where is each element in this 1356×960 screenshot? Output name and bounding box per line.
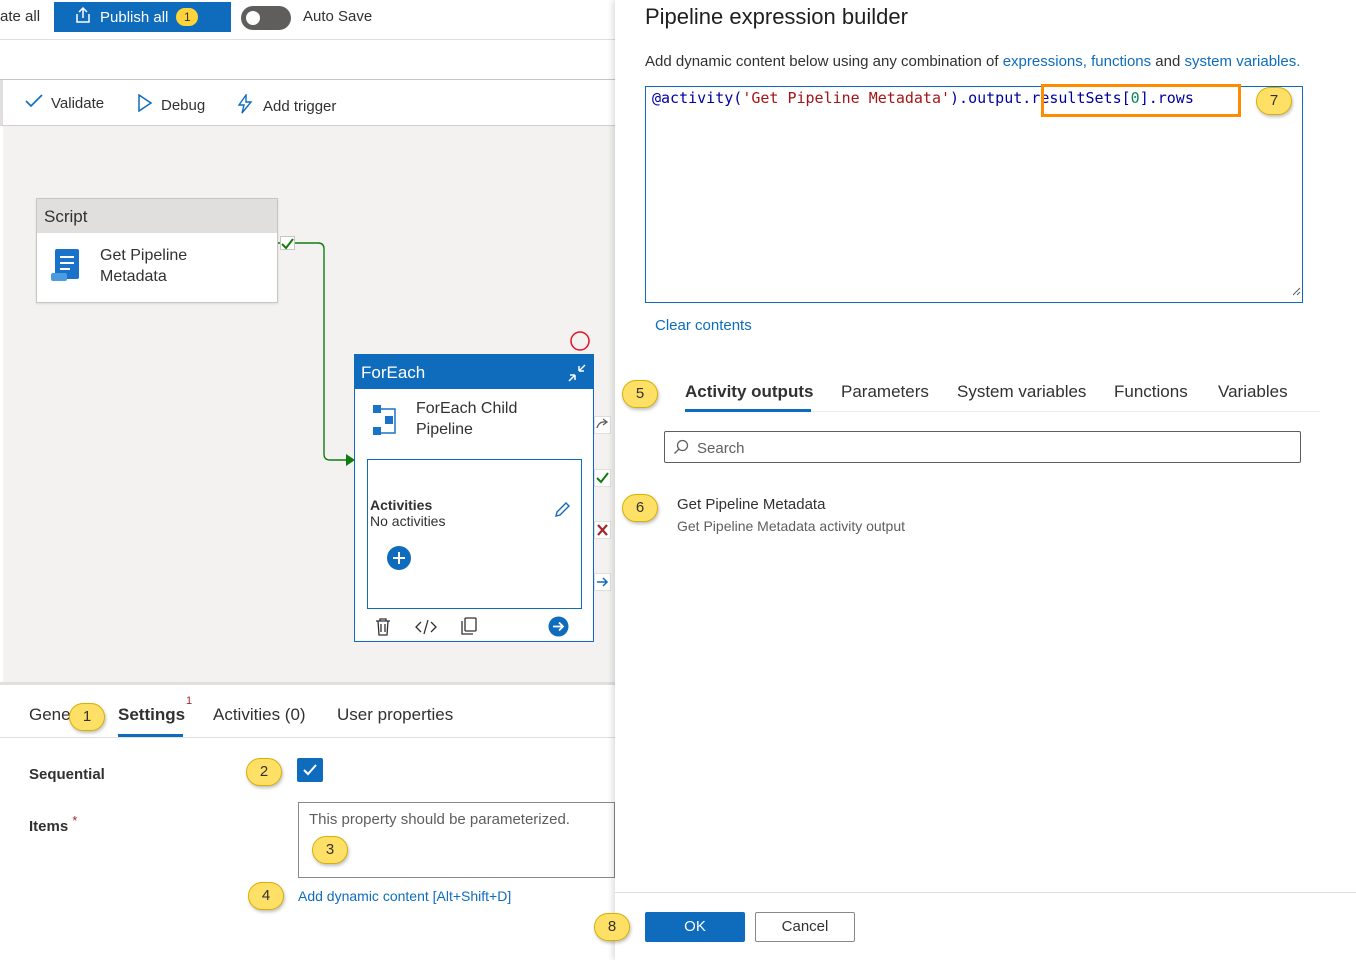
tab-variables[interactable]: Variables (1218, 382, 1288, 402)
script-title-line2: Metadata (100, 268, 167, 285)
system-variables-link[interactable]: system variables. (1185, 53, 1301, 70)
publish-all-label: Publish all (100, 8, 169, 26)
add-trigger-button[interactable]: Add trigger (235, 92, 337, 118)
foreach-node-header: ForEach (355, 355, 593, 389)
active-tab-underline (685, 409, 811, 412)
code-icon[interactable] (415, 617, 437, 642)
tab-strip (0, 40, 615, 80)
sequential-checkbox[interactable] (297, 758, 323, 782)
success-connector (278, 242, 355, 466)
skip-output-handle[interactable] (594, 416, 611, 434)
panel-title: Pipeline expression builder (645, 4, 908, 29)
script-node-header: Script (37, 199, 277, 233)
success-handle[interactable] (594, 469, 611, 487)
activities-label: Activities (370, 497, 433, 513)
copy-icon[interactable] (459, 616, 479, 641)
foreach-icon (371, 403, 401, 444)
collapse-icon[interactable] (567, 363, 587, 388)
foreach-activities-container[interactable]: Activities No activities (367, 459, 582, 609)
tab-activities[interactable]: Activities (0) (213, 705, 306, 725)
subtitle-and: and (1151, 53, 1185, 70)
publish-count-badge: 1 (176, 8, 199, 26)
tab-user-properties[interactable]: User properties (337, 705, 453, 725)
expr-activity-name: 'Get Pipeline Metadata' (742, 89, 951, 107)
auto-save-label: Auto Save (303, 8, 373, 25)
checkmark-icon (25, 94, 43, 112)
tab-functions[interactable]: Functions (1114, 382, 1188, 402)
search-icon (673, 439, 689, 460)
panel-subtitle: Add dynamic content below using any comb… (645, 53, 1300, 70)
script-icon (49, 247, 87, 290)
validate-label: Validate (51, 94, 105, 112)
tab-settings[interactable]: Settings (118, 705, 185, 725)
error-indicator-icon (570, 331, 590, 351)
tab-general[interactable]: Gene (29, 705, 71, 725)
items-input[interactable]: This property should be parameterized. (298, 802, 615, 878)
tab-divider (0, 737, 615, 738)
callout-3: 3 (312, 836, 348, 864)
script-activity-node[interactable]: Script Get Pipeline Metadata (36, 198, 278, 303)
pipeline-toolbar: Validate Debug Add trigger (0, 80, 615, 126)
script-node-title: Get Pipeline Metadata (100, 245, 187, 287)
expression-editor[interactable]: @activity('Get Pipeline Metadata').outpu… (645, 86, 1303, 303)
clear-contents-link[interactable]: Clear contents (655, 317, 752, 334)
search-placeholder: Search (697, 440, 745, 457)
edit-pencil-icon[interactable] (553, 501, 571, 524)
callout-8: 8 (594, 913, 630, 941)
tab-activity-outputs[interactable]: Activity outputs (685, 382, 813, 402)
auto-save-toggle[interactable] (241, 6, 291, 30)
script-title-line1: Get Pipeline (100, 247, 188, 264)
sequential-label: Sequential (29, 766, 105, 783)
activity-output-item[interactable]: Get Pipeline Metadata (677, 496, 825, 513)
success-output-handle[interactable] (280, 236, 295, 250)
search-input[interactable]: Search (664, 431, 1301, 463)
foreach-node-title: ForEach Child Pipeline (416, 398, 517, 440)
pipeline-editor-pane: ate all Publish all 1 Auto Save Validate… (0, 0, 615, 960)
no-activities-label: No activities (370, 513, 446, 529)
callout-6: 6 (622, 494, 658, 522)
add-activity-icon[interactable] (386, 545, 412, 576)
publish-icon (74, 6, 92, 28)
items-placeholder: This property should be parameterized. (309, 811, 570, 828)
required-marker: * (72, 814, 78, 828)
items-label: Items * (29, 814, 77, 835)
footer-divider (615, 892, 1356, 893)
ok-button[interactable]: OK (645, 912, 745, 942)
expressions-functions-link[interactable]: expressions, functions (1003, 53, 1151, 70)
validate-all-button[interactable]: ate all (0, 8, 40, 25)
items-label-text: Items (29, 818, 69, 835)
navigate-arrow-icon[interactable] (548, 616, 569, 642)
callout-5: 5 (622, 380, 658, 408)
debug-label: Debug (161, 96, 206, 114)
play-icon (137, 93, 153, 116)
delete-icon[interactable] (373, 617, 393, 642)
top-command-bar: ate all Publish all 1 Auto Save (0, 0, 615, 40)
validate-button[interactable]: Validate (25, 94, 104, 112)
callout-4: 4 (248, 882, 284, 910)
tab-parameters[interactable]: Parameters (841, 382, 929, 402)
callout-2: 2 (246, 758, 282, 786)
cancel-button[interactable]: Cancel (755, 912, 855, 942)
subtitle-prefix: Add dynamic content below using any comb… (645, 53, 1003, 70)
publish-all-button[interactable]: Publish all 1 (54, 2, 231, 32)
lightning-icon (235, 92, 255, 118)
foreach-activity-node[interactable]: ForEach ForEach Child Pipeline Activitie… (354, 354, 594, 642)
expr-part1: @activity( (652, 89, 743, 107)
foreach-title-line2: Pipeline (416, 421, 473, 438)
add-dynamic-content-link[interactable]: Add dynamic content [Alt+Shift+D] (298, 888, 511, 904)
activity-output-description: Get Pipeline Metadata activity output (677, 518, 906, 534)
foreach-title-line1: ForEach Child (416, 400, 518, 417)
add-trigger-label: Add trigger (263, 97, 337, 115)
tab-system-variables[interactable]: System variables (957, 382, 1086, 402)
highlight-box (1041, 84, 1241, 117)
resize-handle-icon[interactable] (1291, 283, 1301, 301)
completion-handle[interactable] (594, 573, 611, 591)
callout-7: 7 (1256, 87, 1292, 115)
settings-error-badge: 1 (186, 695, 193, 707)
expression-builder-panel: Pipeline expression builder Add dynamic … (615, 0, 1356, 960)
debug-button[interactable]: Debug (137, 93, 206, 116)
failure-handle[interactable] (594, 521, 611, 539)
callout-1: 1 (69, 703, 105, 731)
foreach-header-label: ForEach (361, 363, 426, 382)
